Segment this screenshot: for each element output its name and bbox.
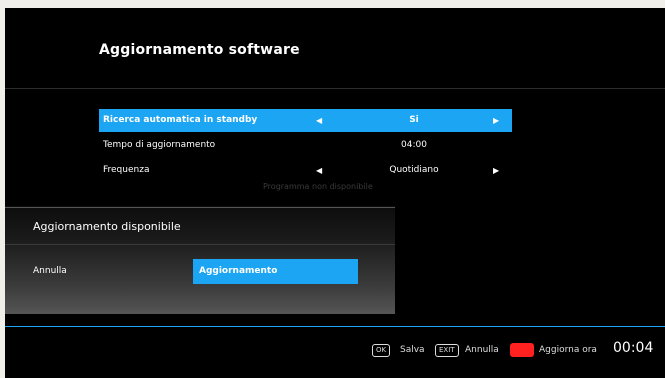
setting-frequency[interactable]: Frequenza ◀ Quotidiano ▶ [99, 159, 512, 182]
header-divider [5, 88, 665, 89]
arrow-left-icon[interactable]: ◀ [316, 159, 322, 182]
update-now-hint[interactable]: Aggiorna ora [539, 344, 597, 357]
dialog-top-border [5, 207, 395, 208]
arrow-right-icon[interactable]: ▶ [493, 159, 499, 182]
clock: 00:04 [613, 340, 654, 356]
setting-label: Ricerca automatica in standby [103, 115, 258, 125]
save-hint[interactable]: Salva [400, 344, 425, 357]
update-button[interactable]: Aggiornamento [193, 259, 358, 284]
setting-value: 04:00 [401, 140, 427, 150]
footer-bar: OK Salva EXIT Annulla Aggiorna ora 00:04 [5, 334, 665, 364]
footer-divider [5, 326, 665, 327]
update-dialog: Aggiornamento disponibile Annulla Aggior… [5, 206, 395, 314]
background-ghost-text: Programma non disponibile [263, 182, 373, 191]
setting-value: Quotidiano [389, 165, 439, 175]
setting-auto-search-standby[interactable]: Ricerca automatica in standby ◀ Si ▶ [99, 109, 512, 132]
setting-label: Tempo di aggiornamento [103, 140, 216, 150]
exit-key-icon: EXIT [435, 344, 459, 357]
red-key-icon [510, 343, 534, 357]
dialog-title: Aggiornamento disponibile [33, 220, 181, 233]
cancel-hint[interactable]: Annulla [465, 344, 499, 357]
cancel-button[interactable]: Annulla [33, 266, 67, 276]
arrow-right-icon[interactable]: ▶ [493, 109, 499, 132]
page-title: Aggiornamento software [99, 42, 300, 58]
tv-screen: Aggiornamento software Ricerca automatic… [5, 8, 665, 378]
setting-update-time[interactable]: Tempo di aggiornamento 04:00 [99, 134, 512, 157]
ok-key-icon: OK [372, 344, 391, 357]
dialog-divider [5, 244, 395, 245]
setting-label: Frequenza [103, 165, 150, 175]
arrow-left-icon[interactable]: ◀ [316, 109, 322, 132]
setting-value: Si [409, 115, 419, 125]
